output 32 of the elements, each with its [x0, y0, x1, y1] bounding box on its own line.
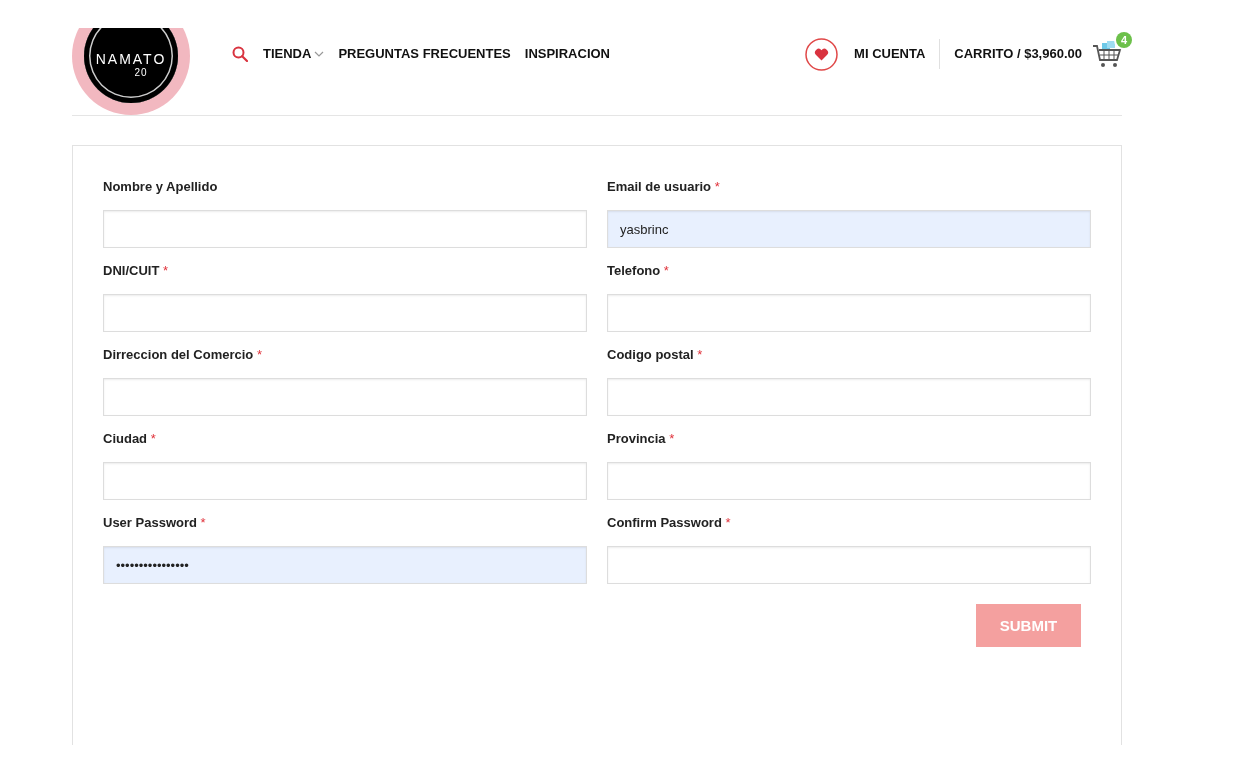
- field-label: Email de usuario *: [607, 179, 721, 195]
- caret-icon: [314, 51, 325, 57]
- input-field[interactable]: ••••••••••••••••: [103, 546, 587, 584]
- field-label: DNI/CUIT *: [103, 263, 169, 279]
- input-field[interactable]: yasbrinc: [607, 210, 1091, 248]
- field-label: User Password *: [103, 515, 207, 531]
- search-icon[interactable]: [232, 46, 248, 62]
- field-label: Telefono *: [607, 263, 670, 279]
- input-field[interactable]: [607, 378, 1091, 416]
- input-field[interactable]: [607, 294, 1091, 332]
- input-field[interactable]: [607, 546, 1091, 584]
- cart-count-badge: 4: [1116, 32, 1132, 48]
- field-label: Provincia *: [607, 431, 676, 447]
- account-link[interactable]: MI CUENTA: [854, 46, 926, 62]
- nav-link[interactable]: PREGUNTAS FRECUENTES: [338, 46, 511, 62]
- input-field[interactable]: [607, 462, 1091, 500]
- nav-link[interactable]: INSPIRACION: [524, 46, 610, 62]
- field-label: Confirm Password *: [607, 515, 732, 531]
- logo[interactable]: NAMATO 20: [72, 28, 190, 115]
- field-label: Ciudad *: [103, 431, 157, 447]
- logo-text: NAMATO: [95, 50, 167, 67]
- field-label: Nombre y Apellido: [103, 179, 219, 195]
- field-label: Dirreccion del Comercio *: [103, 347, 263, 363]
- field-label: Codigo postal *: [607, 347, 704, 363]
- input-field[interactable]: [103, 462, 587, 500]
- input-field[interactable]: [103, 294, 587, 332]
- nav-link[interactable]: TIENDA: [263, 46, 325, 62]
- shopping-cart-icon[interactable]: [1092, 41, 1122, 69]
- cart-link[interactable]: CARRITO / $3,960.00: [954, 46, 1082, 62]
- input-field[interactable]: [103, 210, 587, 248]
- logo-number: 20: [134, 66, 148, 78]
- input-field[interactable]: [103, 378, 587, 416]
